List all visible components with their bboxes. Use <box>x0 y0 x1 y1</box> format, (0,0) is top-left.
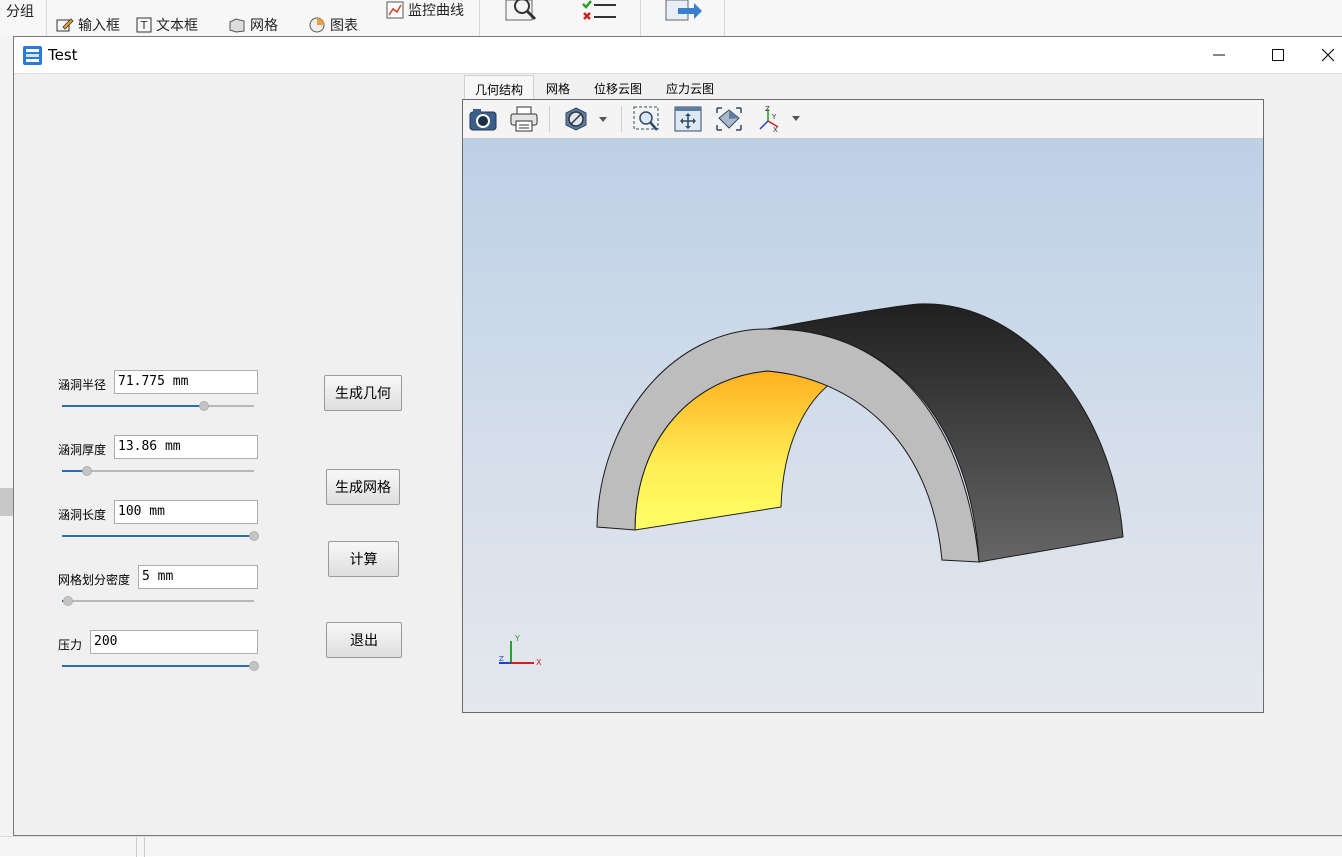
host-input-box-button[interactable]: 输入框 <box>56 15 120 35</box>
thickness-label: 涵洞厚度 <box>58 443 107 457</box>
fit-all-button[interactable] <box>672 104 704 134</box>
host-separator <box>724 0 725 36</box>
app-icon <box>23 46 42 65</box>
display-mode-dropdown[interactable] <box>559 104 615 134</box>
tab-geometry[interactable]: 几何结构 <box>464 75 535 99</box>
slider-thumb[interactable] <box>62 596 73 606</box>
slider-thumb[interactable] <box>81 466 92 476</box>
host-text-box-button[interactable]: T 文本框 <box>136 15 198 35</box>
pressure-field[interactable]: 200 <box>90 630 258 654</box>
render-canvas[interactable]: Y X Z <box>463 139 1263 712</box>
compute-button[interactable]: 计算 <box>328 541 399 577</box>
host-separator <box>46 0 47 36</box>
slider-thumb[interactable] <box>249 661 259 671</box>
length-field[interactable]: 100 mm <box>114 500 258 524</box>
pressure-label: 压力 <box>58 638 83 652</box>
host-toolbar: 分组 输入框 T 文本框 网格 图表 监控曲线 <box>0 0 1342 36</box>
printer-icon <box>510 106 538 132</box>
snapshot-button[interactable] <box>467 104 499 134</box>
display-mode-icon <box>565 107 607 131</box>
magnifier-icon[interactable] <box>504 0 544 24</box>
host-monitor-curve-button[interactable]: 监控曲线 <box>386 0 464 20</box>
view-iso-icon <box>716 107 742 131</box>
generate-mesh-button[interactable]: 生成网格 <box>326 469 400 505</box>
monitor-curve-icon <box>386 1 404 19</box>
radius-label: 涵洞半径 <box>58 378 107 392</box>
view-iso-button[interactable] <box>713 104 745 134</box>
host-separator <box>640 0 641 36</box>
generate-geometry-button[interactable]: 生成几何 <box>324 375 402 411</box>
zoom-window-button[interactable] <box>631 104 663 134</box>
test-window: Test 涵洞半径 71.775 mm 涵洞厚度 13.86 mm 涵洞长度 1… <box>13 36 1342 836</box>
svg-text:T: T <box>140 19 148 32</box>
axes-dropdown[interactable]: ZYX <box>755 104 805 134</box>
geometry-viewer[interactable]: ZYX Y X Z <box>462 99 1264 713</box>
pie-chart-icon <box>309 17 325 33</box>
close-button[interactable] <box>1314 37 1342 73</box>
radius-field[interactable]: 71.775 mm <box>114 370 258 394</box>
host-chart-button[interactable]: 图表 <box>308 15 358 35</box>
checklist-icon[interactable] <box>580 0 620 24</box>
thickness-field[interactable]: 13.86 mm <box>114 435 258 459</box>
maximize-button[interactable] <box>1255 37 1301 73</box>
maximize-icon <box>1272 49 1284 61</box>
zoom-window-icon <box>633 106 659 131</box>
culvert-model: Y X Z <box>499 303 1124 667</box>
title-bar[interactable]: Test <box>14 37 1342 74</box>
viewer-toolbar: ZYX <box>463 100 1263 139</box>
thickness-slider[interactable] <box>62 465 254 477</box>
length-label: 涵洞长度 <box>58 508 107 522</box>
mesh-density-slider[interactable] <box>62 595 254 607</box>
host-group-label: 分组 <box>6 4 34 20</box>
axis-x-label: X <box>536 658 542 667</box>
minimize-icon <box>1213 54 1225 56</box>
pressure-slider[interactable] <box>62 660 259 672</box>
print-button[interactable] <box>508 104 540 134</box>
host-separator <box>479 0 480 36</box>
minimize-button[interactable] <box>1196 37 1242 73</box>
text-icon: T <box>136 17 152 33</box>
tab-mesh[interactable]: 网格 <box>536 75 580 99</box>
axes-icon: ZYX <box>759 105 800 133</box>
mesh-icon <box>229 18 245 33</box>
exit-button[interactable]: 退出 <box>326 622 402 658</box>
host-status-area <box>0 836 1342 857</box>
export-icon[interactable] <box>664 0 704 24</box>
svg-text:Z: Z <box>765 105 770 113</box>
slider-thumb[interactable] <box>249 531 259 541</box>
axis-y-label: Y <box>514 634 520 643</box>
svg-text:Y: Y <box>771 113 777 121</box>
host-left-panel <box>0 36 13 856</box>
slider-thumb[interactable] <box>199 401 210 411</box>
tab-displacement[interactable]: 位移云图 <box>584 75 652 99</box>
axis-triad: Y X Z <box>499 634 542 667</box>
radius-slider[interactable] <box>62 400 254 412</box>
svg-text:X: X <box>773 126 778 133</box>
chevron-down-icon <box>599 117 607 122</box>
edit-icon <box>56 18 74 32</box>
host-mesh-button[interactable]: 网格 <box>228 15 278 35</box>
window-title: Test <box>48 46 78 64</box>
host-scroll-marker <box>0 488 13 516</box>
mesh-density-field[interactable]: 5 mm <box>138 565 258 589</box>
mesh-density-label: 网格划分密度 <box>58 573 131 587</box>
axis-z-label: Z <box>499 655 504 663</box>
length-slider[interactable] <box>62 530 259 542</box>
camera-icon <box>469 109 497 131</box>
chevron-down-icon <box>792 116 800 121</box>
fit-all-icon <box>674 106 702 132</box>
tab-stress[interactable]: 应力云图 <box>656 75 724 99</box>
close-icon <box>1321 48 1335 62</box>
